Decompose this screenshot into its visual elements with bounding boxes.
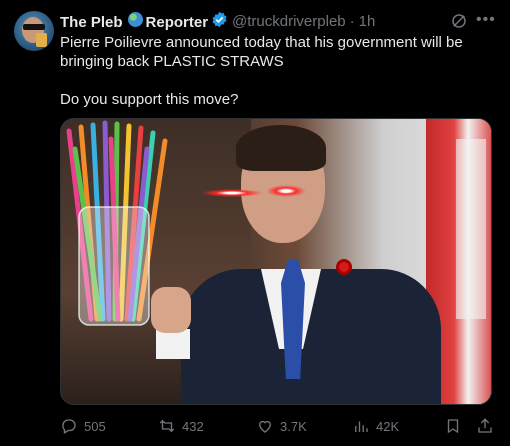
retweet-icon	[159, 419, 175, 433]
share-button[interactable]	[476, 416, 500, 436]
separator-dot: ·	[349, 12, 355, 30]
tweet-text-line3: Do you support this move?	[60, 91, 239, 108]
share-icon	[478, 418, 492, 433]
reply-button[interactable]: 505	[60, 416, 106, 436]
person-hair	[236, 125, 326, 171]
tweet-header: The Pleb Reporter @truckdriverpleb · 1h	[60, 11, 500, 31]
bookmark-button[interactable]	[444, 416, 468, 436]
bookmark-icon	[447, 419, 459, 434]
tweet-text: Pierre Poilievre announced today that hi…	[60, 33, 500, 109]
views-button[interactable]: 42K	[352, 416, 399, 436]
views-icon	[355, 421, 368, 432]
tweet-card[interactable]: The Pleb Reporter @truckdriverpleb · 1h •…	[0, 0, 510, 446]
avatar[interactable]	[14, 11, 54, 51]
tweet-time[interactable]: 1h	[359, 13, 376, 30]
grok-icon[interactable]	[450, 12, 468, 35]
laser-eye-left	[201, 189, 263, 197]
poppy-pin	[336, 259, 352, 275]
flag-highlight	[456, 139, 486, 319]
avatar-cup	[36, 33, 47, 47]
reply-count: 505	[84, 418, 106, 434]
like-icon	[259, 420, 271, 433]
like-button[interactable]: 3.7K	[256, 416, 307, 436]
laser-eye-right	[266, 185, 306, 197]
author-handle[interactable]: @truckdriverpleb	[232, 13, 346, 30]
retweet-button[interactable]: 432	[158, 416, 204, 436]
views-count: 42K	[376, 418, 400, 434]
reply-icon	[62, 419, 76, 434]
display-name-part1: The Pleb	[60, 13, 123, 31]
display-name-part2: Reporter	[145, 13, 209, 31]
retweet-count: 432	[182, 418, 204, 434]
tweet-actions: 505 432 3.7K 42K	[60, 416, 500, 436]
like-count: 3.7K	[280, 418, 307, 434]
tweet-text-line1: Pierre Poilievre announced today that hi…	[60, 34, 463, 51]
tweet-text-line2: bringing back PLASTIC STRAWS	[60, 53, 284, 70]
tweet-image[interactable]	[60, 118, 492, 405]
avatar-glasses	[23, 24, 45, 30]
verified-badge-icon[interactable]	[211, 11, 228, 32]
more-icon[interactable]: •••	[476, 12, 496, 28]
globe-emoji-icon	[127, 11, 143, 27]
display-name[interactable]: The Pleb Reporter	[60, 11, 209, 31]
plastic-straws-illustration	[66, 120, 168, 326]
